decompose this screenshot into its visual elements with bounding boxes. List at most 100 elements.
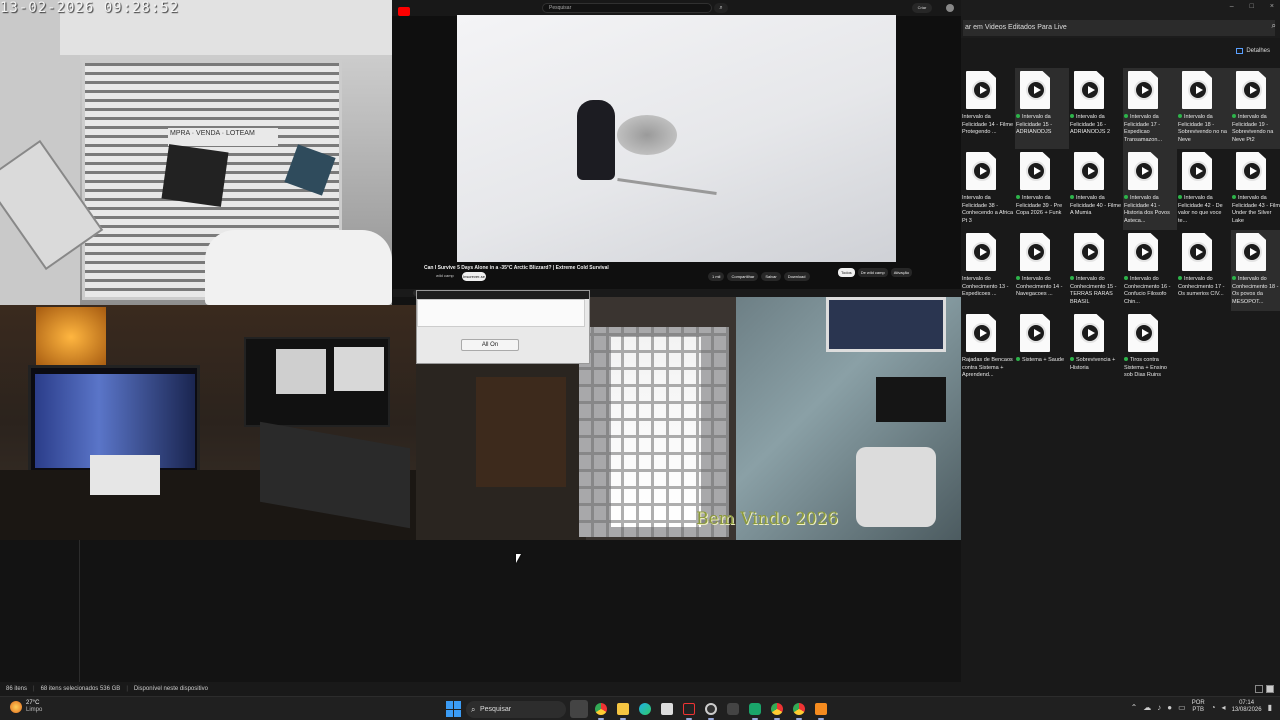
minimize-button[interactable]: – — [1230, 3, 1234, 10]
chrome-profile-icon[interactable] — [768, 700, 786, 720]
play-icon — [1080, 161, 1100, 181]
file-tile[interactable]: Intervalo da Felicidade 16 - ADRIANODJS … — [1069, 68, 1123, 149]
large-icons-view-icon[interactable] — [1266, 685, 1274, 693]
video-person — [577, 100, 615, 180]
file-tile[interactable]: Intervalo do Conhecimento 13 - Expedicoe… — [961, 230, 1015, 311]
file-tile[interactable]: Intervalo do Conhecimento 15 - TERRAS RA… — [1069, 230, 1123, 311]
obs-icon[interactable] — [702, 700, 720, 720]
file-tile[interactable]: Intervalo da Felicidade 43 - Filme Under… — [1231, 149, 1280, 230]
file-tile[interactable]: Intervalo da Felicidade 40 - Filme A Mum… — [1069, 149, 1123, 230]
file-tile[interactable]: Sobrevivencia + Historia — [1069, 311, 1123, 392]
cloud-icon[interactable]: ☁ — [1143, 703, 1151, 712]
volume-icon[interactable]: ◂ — [1222, 703, 1226, 712]
file-explorer-icon[interactable] — [614, 700, 632, 720]
video-player[interactable] — [457, 15, 896, 262]
status-selection: 68 itens selecionados 536 GB — [33, 686, 121, 692]
chrome-icon[interactable] — [592, 700, 610, 720]
details-view-icon[interactable] — [1255, 685, 1263, 693]
chip-related[interactable]: Ativação — [890, 268, 913, 277]
chat-icon[interactable] — [746, 700, 764, 720]
chevron-up-icon[interactable]: ⌃ — [1131, 703, 1138, 712]
file-tile[interactable]: Intervalo da Felicidade 14 - Filme Prote… — [961, 68, 1015, 149]
youtube-search-input[interactable]: Pesquisar — [542, 3, 712, 13]
file-tile[interactable]: Intervalo da Felicidade 42 - De valor no… — [1177, 149, 1231, 230]
language-indicator[interactable]: POR PTB — [1192, 700, 1205, 714]
search-icon[interactable]: ⌕ — [714, 3, 728, 13]
subscribe-button[interactable]: Inscrever-se — [462, 272, 486, 281]
file-tile[interactable]: Intervalo da Felicidade 38 - Conhecendo … — [961, 149, 1015, 230]
file-tile[interactable]: Intervalo da Felicidade 18 - Sobrevivend… — [1177, 68, 1231, 149]
file-tile[interactable]: Sistema + Saude — [1015, 311, 1069, 392]
notification-icon[interactable]: ▮ — [1268, 703, 1272, 712]
file-tile[interactable]: Intervalo do Conhecimento 14 - Navegacoe… — [1015, 230, 1069, 311]
file-name: Intervalo do Conhecimento 13 - Expedicoe… — [962, 276, 1009, 297]
file-tile[interactable]: Intervalo da Felicidade 39 - Pre Copa 20… — [1015, 149, 1069, 230]
file-name: Intervalo da Felicidade 19 - Sobrevivend… — [1232, 114, 1274, 143]
close-button[interactable]: × — [1270, 3, 1274, 10]
file-tile[interactable]: Intervalo da Felicidade 41 - Historia do… — [1123, 149, 1177, 230]
create-button[interactable]: Criar — [912, 3, 932, 13]
file-tile[interactable]: Intervalo da Felicidade 15 - ADRIANODJS — [1015, 68, 1069, 149]
play-icon — [1134, 80, 1154, 100]
file-label: Intervalo do Conhecimento 13 - Expedicoe… — [962, 276, 1014, 308]
like-button[interactable]: 1 mil — [708, 272, 725, 281]
taskbar-search[interactable]: ⌕ Pesquisar — [466, 700, 566, 718]
youtube-logo[interactable] — [398, 3, 420, 16]
play-icon — [1080, 242, 1100, 262]
studio-monitor-right — [244, 337, 390, 427]
channel-name[interactable]: wild camp — [436, 273, 454, 278]
all-on-button[interactable]: All On — [461, 339, 519, 351]
dialog-titlebar — [417, 291, 589, 299]
file-tile[interactable]: Tiros contra Sistema + Ensino sob Dias R… — [1123, 311, 1177, 392]
taskbar-apps: ⌕ Pesquisar — [446, 700, 830, 720]
weather-widget[interactable]: 27°C Limpo — [10, 700, 42, 714]
explorer-content: Detalhes Intervalo da Felicidade 14 - Fi… — [961, 38, 1280, 688]
explorer-searchbar: ar em Videos Editados Para Live ⌕ — [961, 18, 1280, 38]
chip-channel[interactable]: De wild camp — [857, 268, 888, 277]
play-icon — [1188, 161, 1208, 181]
task-view-icon[interactable] — [570, 700, 588, 718]
editor-icon[interactable] — [680, 700, 698, 720]
explorer-search-input[interactable]: ar em Videos Editados Para Live — [963, 20, 1275, 36]
file-label: Intervalo do Conhecimento 18 - Os povos … — [1232, 276, 1280, 308]
file-label: Intervalo da Felicidade 17 - Expedicao T… — [1124, 114, 1176, 146]
file-tile[interactable]: Intervalo do Conhecimento 16 - Confucio … — [1123, 230, 1177, 311]
file-name: Intervalo da Felicidade 15 - ADRIANODJS — [1016, 114, 1053, 135]
file-tile[interactable]: Intervalo do Conhecimento 18 - Os povos … — [1231, 230, 1280, 311]
file-name: Intervalo da Felicidade 38 - Conhecendo … — [962, 195, 1014, 224]
vlc-icon[interactable] — [812, 700, 830, 720]
file-tile[interactable]: Intervalo do Conhecimento 17 - Os sumeri… — [1177, 230, 1231, 311]
clock[interactable]: 07:14 13/08/2026 — [1232, 700, 1262, 714]
mic-icon[interactable]: ● — [1167, 703, 1172, 712]
search-icon[interactable]: ⌕ — [1272, 21, 1276, 31]
play-icon — [1080, 80, 1100, 100]
recommendation-chips: Todos De wild camp Ativação — [838, 268, 913, 277]
file-name: Intervalo da Felicidade 41 - Historia do… — [1124, 195, 1170, 224]
details-button[interactable]: Detalhes — [1236, 48, 1270, 54]
store-icon[interactable] — [658, 700, 676, 718]
file-name: Intervalo do Conhecimento 17 - Os sumeri… — [1178, 276, 1225, 297]
file-label: Intervalo da Felicidade 39 - Pre Copa 20… — [1016, 195, 1068, 227]
chip-all[interactable]: Todos — [838, 268, 855, 277]
avatar[interactable] — [946, 4, 954, 12]
camera-timestamp: 13-02-2026 09:28:52 — [0, 0, 180, 16]
sync-status-icon — [1070, 195, 1074, 199]
play-icon — [1134, 242, 1154, 262]
start-button[interactable] — [446, 701, 462, 717]
status-item-count: 86 itens — [6, 686, 28, 692]
share-button[interactable]: Compartilhar — [727, 272, 759, 281]
file-tile[interactable]: Rajadas de Bencaos contra Sistema + Apre… — [961, 311, 1015, 392]
file-tile[interactable]: Intervalo da Felicidade 19 - Sobrevivend… — [1231, 68, 1280, 149]
download-button[interactable]: Download — [783, 272, 810, 281]
wifi-icon[interactable]: ◔ — [1211, 703, 1216, 712]
edge-icon[interactable] — [636, 700, 654, 718]
monitor-icon[interactable]: ▭ — [1178, 703, 1186, 712]
maximize-button[interactable]: □ — [1250, 3, 1254, 10]
save-button[interactable]: Salvar — [761, 272, 781, 281]
play-icon — [1026, 161, 1046, 181]
chrome-alt-icon[interactable] — [790, 700, 808, 720]
speaker-icon[interactable]: ♪ — [1157, 703, 1161, 712]
file-tile[interactable]: Intervalo da Felicidade 17 - Expedicao T… — [1123, 68, 1177, 149]
shield-icon[interactable] — [724, 700, 742, 718]
mouse-cursor-icon — [516, 554, 521, 563]
